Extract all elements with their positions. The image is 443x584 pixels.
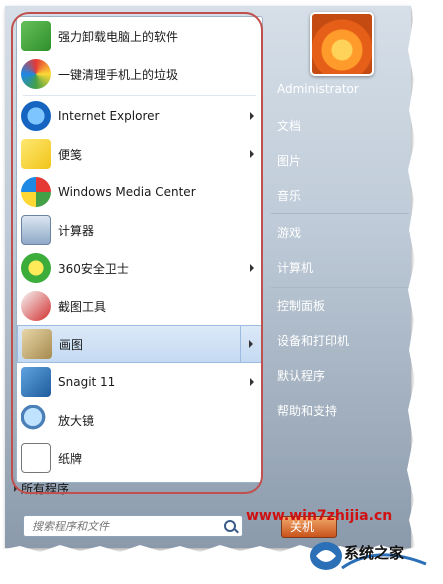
search-icon[interactable] xyxy=(224,520,236,532)
watermark-url: www.win7zhijia.cn xyxy=(246,508,393,524)
submenu-arrow-icon[interactable] xyxy=(250,264,254,272)
item-label: Windows Media Center xyxy=(58,185,196,199)
internet-explorer-icon xyxy=(21,101,51,131)
item-label: 强力卸载电脑上的软件 xyxy=(58,29,179,44)
program-item-solitaire[interactable]: 纸牌 xyxy=(17,439,262,477)
right-item-help-support[interactable]: 帮助和支持 xyxy=(277,402,337,419)
submenu-arrow-icon[interactable] xyxy=(250,378,254,386)
uninstall-icon xyxy=(21,21,51,51)
sticky-notes-icon xyxy=(21,139,51,169)
program-item-magnifier[interactable]: 放大镜 xyxy=(17,401,262,439)
submenu-arrow-icon[interactable] xyxy=(250,150,254,158)
item-label: 便笺 xyxy=(58,147,83,162)
item-label: 纸牌 xyxy=(58,451,83,466)
program-item-internet-explorer[interactable]: Internet Explorer xyxy=(17,97,262,135)
program-item-snagit[interactable]: Snagit 11 xyxy=(17,363,262,401)
program-item-paint[interactable]: 画图 xyxy=(17,325,262,363)
right-item-administrator[interactable]: Administrator xyxy=(277,82,359,96)
user-avatar[interactable] xyxy=(310,12,374,76)
all-programs-button[interactable]: 所有程序 xyxy=(21,480,69,497)
calculator-icon xyxy=(21,215,51,245)
solitaire-icon xyxy=(21,443,51,473)
paint-icon xyxy=(22,329,52,359)
program-item-windows-media-center[interactable]: Windows Media Center xyxy=(17,173,262,211)
program-item-sticky-notes[interactable]: 便笺 xyxy=(17,135,262,173)
windows-media-center-icon xyxy=(21,177,51,207)
right-item-computer[interactable]: 计算机 xyxy=(277,259,313,276)
right-item-pictures[interactable]: 图片 xyxy=(277,152,301,169)
programs-pane: 强力卸载电脑上的软件 一键清理手机上的垃圾 Internet Explorer … xyxy=(16,16,263,483)
separator xyxy=(271,287,409,288)
360-security-icon xyxy=(21,253,51,283)
snipping-tool-icon xyxy=(21,291,51,321)
snagit-icon xyxy=(21,367,51,397)
pinned-item-cleaner[interactable]: 一键清理手机上的垃圾 xyxy=(17,55,262,93)
right-item-devices-printers[interactable]: 设备和打印机 xyxy=(277,332,349,349)
cleaner-icon xyxy=(21,59,51,89)
right-item-games[interactable]: 游戏 xyxy=(277,224,301,241)
separator xyxy=(23,95,256,96)
right-item-control-panel[interactable]: 控制面板 xyxy=(277,297,325,314)
item-label: Internet Explorer xyxy=(58,109,160,123)
search-box[interactable] xyxy=(23,515,243,537)
search-input[interactable] xyxy=(30,519,219,534)
item-label: 一键清理手机上的垃圾 xyxy=(58,67,179,82)
pinned-item-uninstall[interactable]: 强力卸载电脑上的软件 xyxy=(17,17,262,55)
submenu-arrow-icon[interactable] xyxy=(250,112,254,120)
all-programs-arrow-icon xyxy=(14,484,18,492)
right-item-default-programs[interactable]: 默认程序 xyxy=(277,367,325,384)
item-label: 截图工具 xyxy=(58,299,107,314)
start-menu: 强力卸载电脑上的软件 一键清理手机上的垃圾 Internet Explorer … xyxy=(5,6,411,548)
right-item-music[interactable]: 音乐 xyxy=(277,187,301,204)
item-label: 360安全卫士 xyxy=(58,261,129,276)
item-label: 画图 xyxy=(59,337,84,352)
separator xyxy=(271,213,409,214)
item-label: 放大镜 xyxy=(58,413,95,428)
watermark-brand: 系统之家 xyxy=(344,544,405,562)
torn-edge-right xyxy=(405,0,443,584)
item-label: Snagit 11 xyxy=(58,375,116,389)
magnifier-icon xyxy=(21,405,51,435)
program-item-360-security[interactable]: 360安全卫士 xyxy=(17,249,262,287)
program-item-calculator[interactable]: 计算器 xyxy=(17,211,262,249)
right-item-documents[interactable]: 文档 xyxy=(277,117,301,134)
submenu-arrow-icon[interactable] xyxy=(249,340,253,348)
item-label: 计算器 xyxy=(58,223,95,238)
program-item-snipping-tool[interactable]: 截图工具 xyxy=(17,287,262,325)
